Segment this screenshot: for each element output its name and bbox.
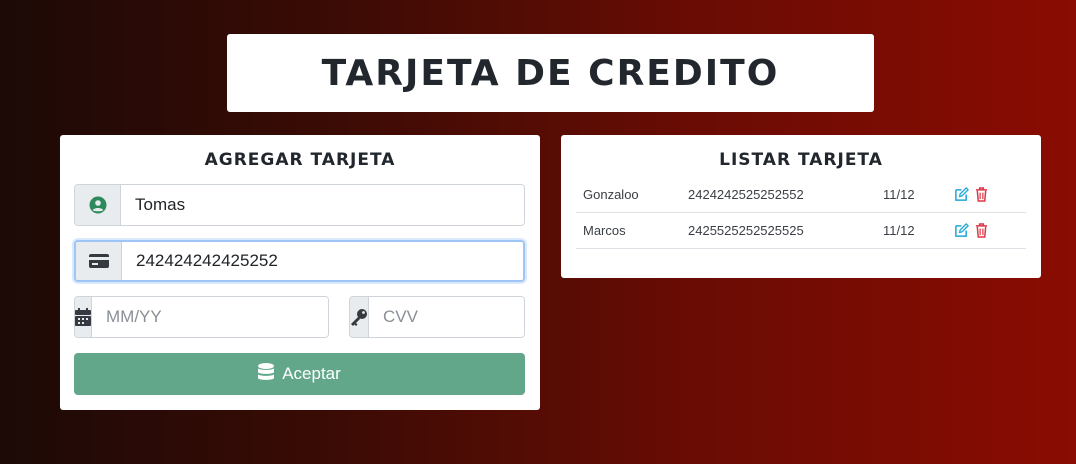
cards-table: Gonzaloo 2424242525252552 11/12 Marcos 2… xyxy=(576,177,1026,249)
edit-icon[interactable] xyxy=(954,187,969,202)
page-title: TARJETA DE CREDITO xyxy=(321,52,780,94)
expiry-input[interactable] xyxy=(92,297,328,337)
card-expiry-cell: 11/12 xyxy=(883,223,915,238)
card-holder-cell: Gonzaloo xyxy=(583,187,639,202)
table-row: Marcos 2425525252525525 11/12 xyxy=(576,213,1026,249)
user-icon xyxy=(75,185,121,225)
card-number-cell: 2424242525252552 xyxy=(688,187,804,202)
cvv-input-group xyxy=(349,296,525,338)
row-actions xyxy=(954,223,988,238)
trash-icon[interactable] xyxy=(975,187,988,202)
row-actions xyxy=(954,187,988,202)
card-holder-cell: Marcos xyxy=(583,223,626,238)
trash-icon[interactable] xyxy=(975,223,988,238)
database-icon xyxy=(258,362,275,386)
accept-button-label: Aceptar xyxy=(282,364,341,383)
table-row: Gonzaloo 2424242525252552 11/12 xyxy=(576,177,1026,213)
accept-button[interactable]: Aceptar xyxy=(74,353,525,395)
title-banner: TARJETA DE CREDITO xyxy=(227,34,874,112)
card-number-input-group xyxy=(74,240,525,282)
card-number-cell: 2425525252525525 xyxy=(688,223,804,238)
card-number-input[interactable] xyxy=(122,242,523,280)
expiry-input-group xyxy=(74,296,329,338)
edit-icon[interactable] xyxy=(954,223,969,238)
card-expiry-cell: 11/12 xyxy=(883,187,915,202)
add-card-panel: AGREGAR TARJETA Tomas 242424242425252 MM… xyxy=(60,135,540,410)
list-card-title: LISTAR TARJETA xyxy=(719,150,883,170)
key-icon xyxy=(350,297,369,337)
name-input[interactable] xyxy=(121,185,524,225)
credit-card-icon xyxy=(76,242,122,280)
list-card-panel: LISTAR TARJETA Gonzaloo 2424242525252552… xyxy=(561,135,1041,278)
cvv-input[interactable] xyxy=(369,297,524,337)
name-input-group xyxy=(74,184,525,226)
add-card-title: AGREGAR TARJETA xyxy=(204,150,396,170)
calendar-icon xyxy=(75,297,92,337)
